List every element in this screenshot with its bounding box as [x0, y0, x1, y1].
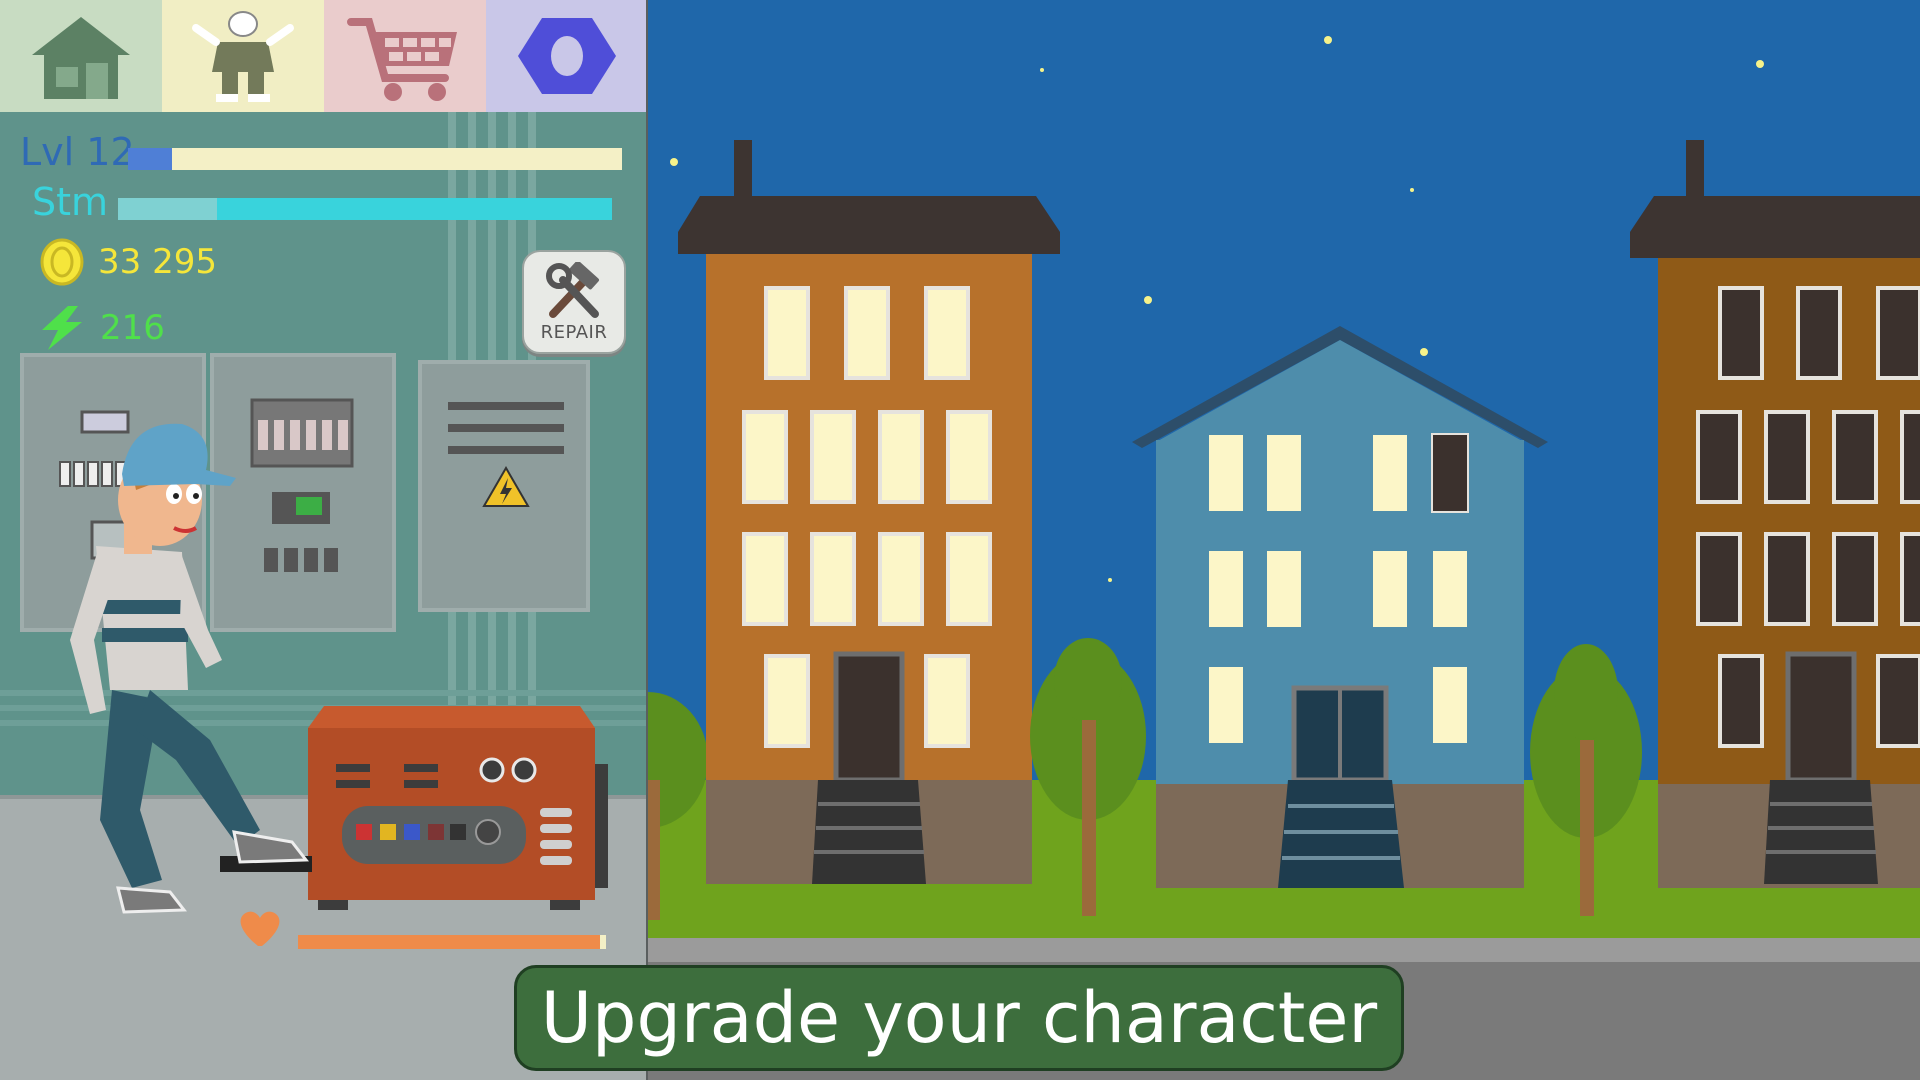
repair-button[interactable]: REPAIR	[522, 250, 626, 354]
home-icon	[32, 17, 130, 99]
level-row: Lvl 12	[20, 130, 135, 174]
stamina-progress-bar	[118, 198, 612, 220]
level-label: Lvl 12	[20, 130, 135, 174]
health-bar	[298, 935, 606, 949]
street-illustration	[648, 0, 1920, 1080]
level-progress-bar	[128, 148, 622, 170]
coins-row: 33 295	[38, 238, 217, 286]
nav-tab-home[interactable]	[0, 0, 162, 112]
coins-value: 33 295	[98, 242, 217, 282]
stamina-label: Stm	[32, 180, 109, 224]
nav-tab-character[interactable]	[162, 0, 324, 112]
building-orange	[678, 140, 1060, 884]
energy-value: 216	[100, 308, 165, 348]
lightning-icon	[42, 306, 82, 350]
energy-row: 216	[38, 304, 165, 352]
hex-nut-icon	[518, 18, 616, 94]
repair-label: REPAIR	[540, 321, 608, 343]
banner-text: Upgrade your character	[540, 977, 1378, 1059]
promo-banner: Upgrade your character	[514, 965, 1404, 1071]
game-screen: Lvl 12 Stm 33 295 216 REPAIR Upgrade you…	[0, 0, 1920, 1080]
hammer-wrench-icon	[546, 261, 600, 318]
shop-cart-icon	[347, 18, 457, 101]
stamina-row: Stm	[32, 180, 108, 224]
nav-tab-shop[interactable]	[324, 0, 486, 112]
left-panel: Lvl 12 Stm 33 295 216 REPAIR	[0, 0, 648, 1080]
coin-icon	[40, 238, 84, 286]
health-bar-fill	[298, 935, 600, 949]
top-nav	[0, 0, 648, 112]
stamina-progress-fill	[118, 198, 217, 220]
nav-tab-settings[interactable]	[486, 0, 648, 112]
street-scene	[648, 0, 1920, 1080]
building-brown	[1630, 140, 1920, 888]
building-blue	[1132, 326, 1548, 888]
level-progress-fill	[128, 148, 173, 170]
character-icon	[192, 11, 294, 102]
